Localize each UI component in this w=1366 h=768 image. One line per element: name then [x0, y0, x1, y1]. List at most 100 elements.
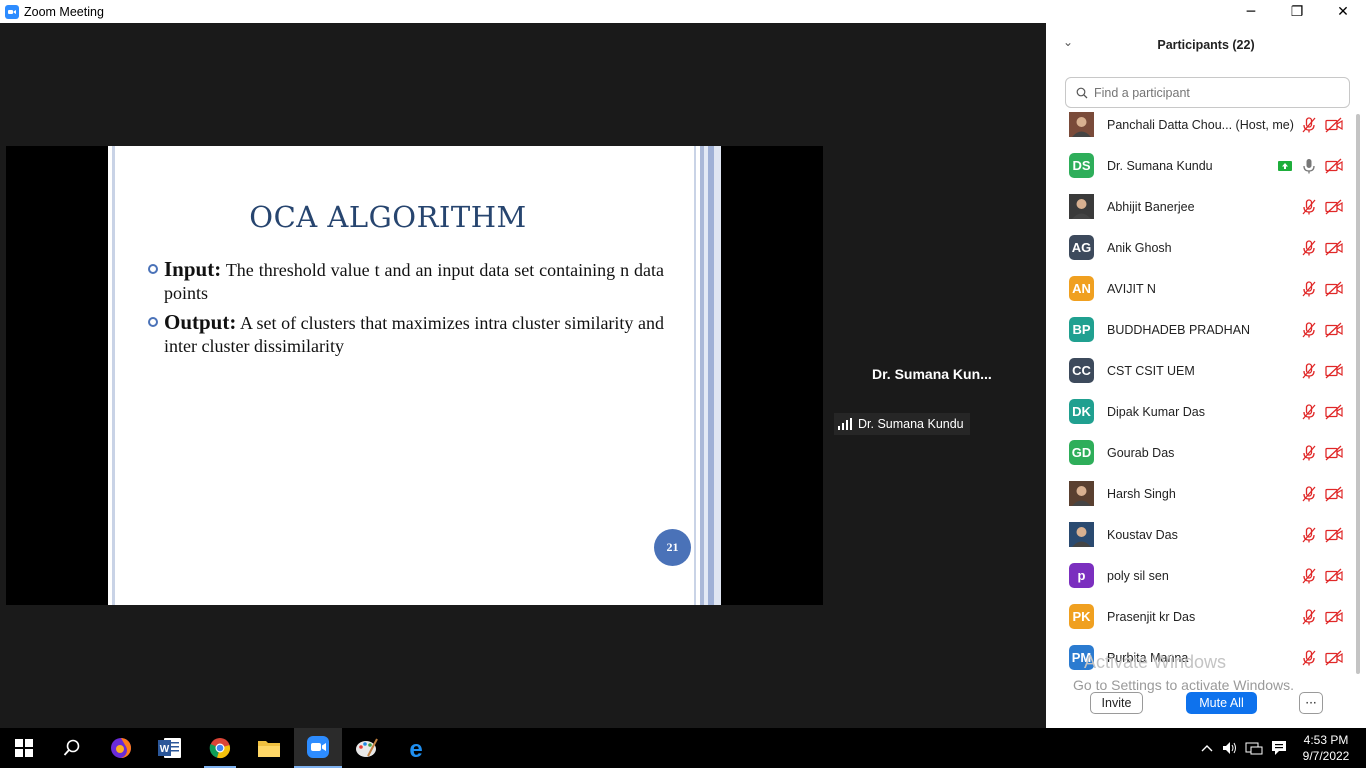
avatar: CC	[1069, 358, 1094, 383]
windows-start-icon[interactable]	[0, 728, 48, 768]
window-controls: ─ ❐ ✕	[1228, 0, 1366, 23]
paint-icon[interactable]	[343, 728, 391, 768]
slide-right-band	[700, 146, 721, 605]
participant-row[interactable]: GD Gourab Das	[1046, 432, 1352, 473]
avatar: AG	[1069, 235, 1094, 260]
participant-name: BUDDHADEB PRADHAN	[1107, 322, 1251, 337]
participant-row[interactable]: PK Prasenjit kr Das	[1046, 596, 1352, 637]
meeting-area: OCA ALGORITHM Input: The threshold value…	[0, 23, 1046, 728]
participant-row[interactable]: AG Anik Ghosh	[1046, 227, 1352, 268]
video-off-icon[interactable]	[1325, 363, 1343, 379]
mic-muted-icon[interactable]	[1302, 362, 1316, 379]
activate-windows-watermark: Activate Windows	[1084, 652, 1227, 672]
mute-all-button[interactable]: Mute All	[1186, 692, 1257, 714]
edge-icon[interactable]: e	[392, 728, 440, 768]
mic-muted-icon[interactable]	[1302, 403, 1316, 420]
word-icon[interactable]: W	[146, 728, 194, 768]
mic-muted-icon[interactable]	[1302, 485, 1316, 502]
slide-bullet-input: Input: The threshold value t and an inpu…	[148, 258, 664, 305]
participant-row[interactable]: Panchali Datta Chou... (Host, me)	[1046, 110, 1352, 145]
participants-panel: ⌄ Participants (22) Panchali Datta Chou.…	[1046, 23, 1366, 728]
notifications-icon[interactable]	[1267, 728, 1291, 768]
participant-search[interactable]	[1065, 77, 1350, 108]
video-off-icon[interactable]	[1325, 527, 1343, 543]
participant-name: Gourab Das	[1107, 445, 1175, 460]
participant-row[interactable]: DS Dr. Sumana Kundu	[1046, 145, 1352, 186]
speaker-video-tag: Dr. Sumana Kundu	[834, 413, 970, 435]
avatar	[1069, 522, 1094, 547]
bullet-icon	[148, 317, 158, 327]
bullet-label: Output:	[164, 310, 237, 334]
participant-name: poly sil sen	[1107, 568, 1169, 583]
video-off-icon[interactable]	[1325, 117, 1343, 133]
video-off-icon[interactable]	[1325, 445, 1343, 461]
restore-button[interactable]: ❐	[1274, 0, 1320, 23]
invite-button[interactable]: Invite	[1090, 692, 1143, 714]
participants-title: Participants (22)	[1157, 38, 1255, 52]
screen-share-view[interactable]: OCA ALGORITHM Input: The threshold value…	[6, 146, 823, 605]
participant-row[interactable]: CC CST CSIT UEM	[1046, 350, 1352, 391]
network-icon[interactable]	[1243, 728, 1265, 768]
slide-bullet-output: Output: A set of clusters that maximizes…	[148, 311, 664, 358]
svg-text:W: W	[160, 744, 170, 755]
presentation-slide: OCA ALGORITHM Input: The threshold value…	[108, 146, 721, 605]
participant-name: Harsh Singh	[1107, 486, 1176, 501]
mic-muted-icon[interactable]	[1302, 280, 1316, 297]
mic-muted-icon[interactable]	[1302, 526, 1316, 543]
mic-on-icon[interactable]	[1302, 158, 1316, 174]
video-off-icon[interactable]	[1325, 158, 1343, 174]
search-icon[interactable]	[48, 728, 96, 768]
zoom-taskbar-icon[interactable]	[294, 728, 342, 768]
firefox-icon[interactable]	[97, 728, 145, 768]
taskbar-clock[interactable]: 4:53 PM 9/7/2022	[1296, 732, 1356, 764]
avatar: PK	[1069, 604, 1094, 629]
video-off-icon[interactable]	[1325, 281, 1343, 297]
avatar	[1069, 112, 1094, 137]
video-off-icon[interactable]	[1325, 404, 1343, 420]
mic-muted-icon[interactable]	[1302, 198, 1316, 215]
file-explorer-icon[interactable]	[245, 728, 293, 768]
participant-list: Panchali Datta Chou... (Host, me) DS Dr. S…	[1046, 110, 1352, 670]
video-off-icon[interactable]	[1325, 240, 1343, 256]
participant-list-scrollbar[interactable]	[1356, 114, 1360, 674]
signal-strength-icon	[838, 418, 852, 430]
participant-row[interactable]: DK Dipak Kumar Das	[1046, 391, 1352, 432]
video-off-icon[interactable]	[1325, 199, 1343, 215]
participant-row[interactable]: BP BUDDHADEB PRADHAN	[1046, 309, 1352, 350]
mic-muted-icon[interactable]	[1302, 649, 1316, 666]
search-input[interactable]	[1094, 85, 1334, 100]
participant-row[interactable]: Harsh Singh	[1046, 473, 1352, 514]
video-off-icon[interactable]	[1325, 486, 1343, 502]
mic-muted-icon[interactable]	[1302, 321, 1316, 338]
close-button[interactable]: ✕	[1320, 0, 1366, 23]
more-options-button[interactable]: ···	[1299, 692, 1323, 714]
clock-time: 4:53 PM	[1303, 733, 1349, 747]
mic-muted-icon[interactable]	[1302, 239, 1316, 256]
participant-name: Dr. Sumana Kundu	[1107, 158, 1213, 173]
participant-row[interactable]: AN AVIJIT N	[1046, 268, 1352, 309]
mic-muted-icon[interactable]	[1302, 444, 1316, 461]
participant-row[interactable]: p poly sil sen	[1046, 555, 1352, 596]
bullet-icon	[148, 264, 158, 274]
participant-row[interactable]: Abhijit Banerjee	[1046, 186, 1352, 227]
minimize-button[interactable]: ─	[1228, 0, 1274, 23]
avatar: DK	[1069, 399, 1094, 424]
mic-muted-icon[interactable]	[1302, 567, 1316, 584]
volume-icon[interactable]	[1219, 728, 1241, 768]
speaker-tag-name: Dr. Sumana Kundu	[858, 417, 964, 431]
video-off-icon[interactable]	[1325, 322, 1343, 338]
bullet-text: The threshold value t and an input data …	[164, 260, 664, 303]
participant-name: Abhijit Banerjee	[1107, 199, 1195, 214]
video-off-icon[interactable]	[1325, 650, 1343, 666]
mic-muted-icon[interactable]	[1302, 608, 1316, 625]
mic-muted-icon[interactable]	[1302, 116, 1316, 133]
avatar	[1069, 194, 1094, 219]
video-off-icon[interactable]	[1325, 609, 1343, 625]
participant-name: Koustav Das	[1107, 527, 1178, 542]
participant-row[interactable]: Koustav Das	[1046, 514, 1352, 555]
slide-title: OCA ALGORITHM	[249, 200, 527, 234]
chrome-icon[interactable]	[196, 728, 244, 768]
bullet-text: A set of clusters that maximizes intra c…	[164, 313, 664, 356]
video-off-icon[interactable]	[1325, 568, 1343, 584]
tray-chevron-up-icon[interactable]	[1196, 728, 1218, 768]
